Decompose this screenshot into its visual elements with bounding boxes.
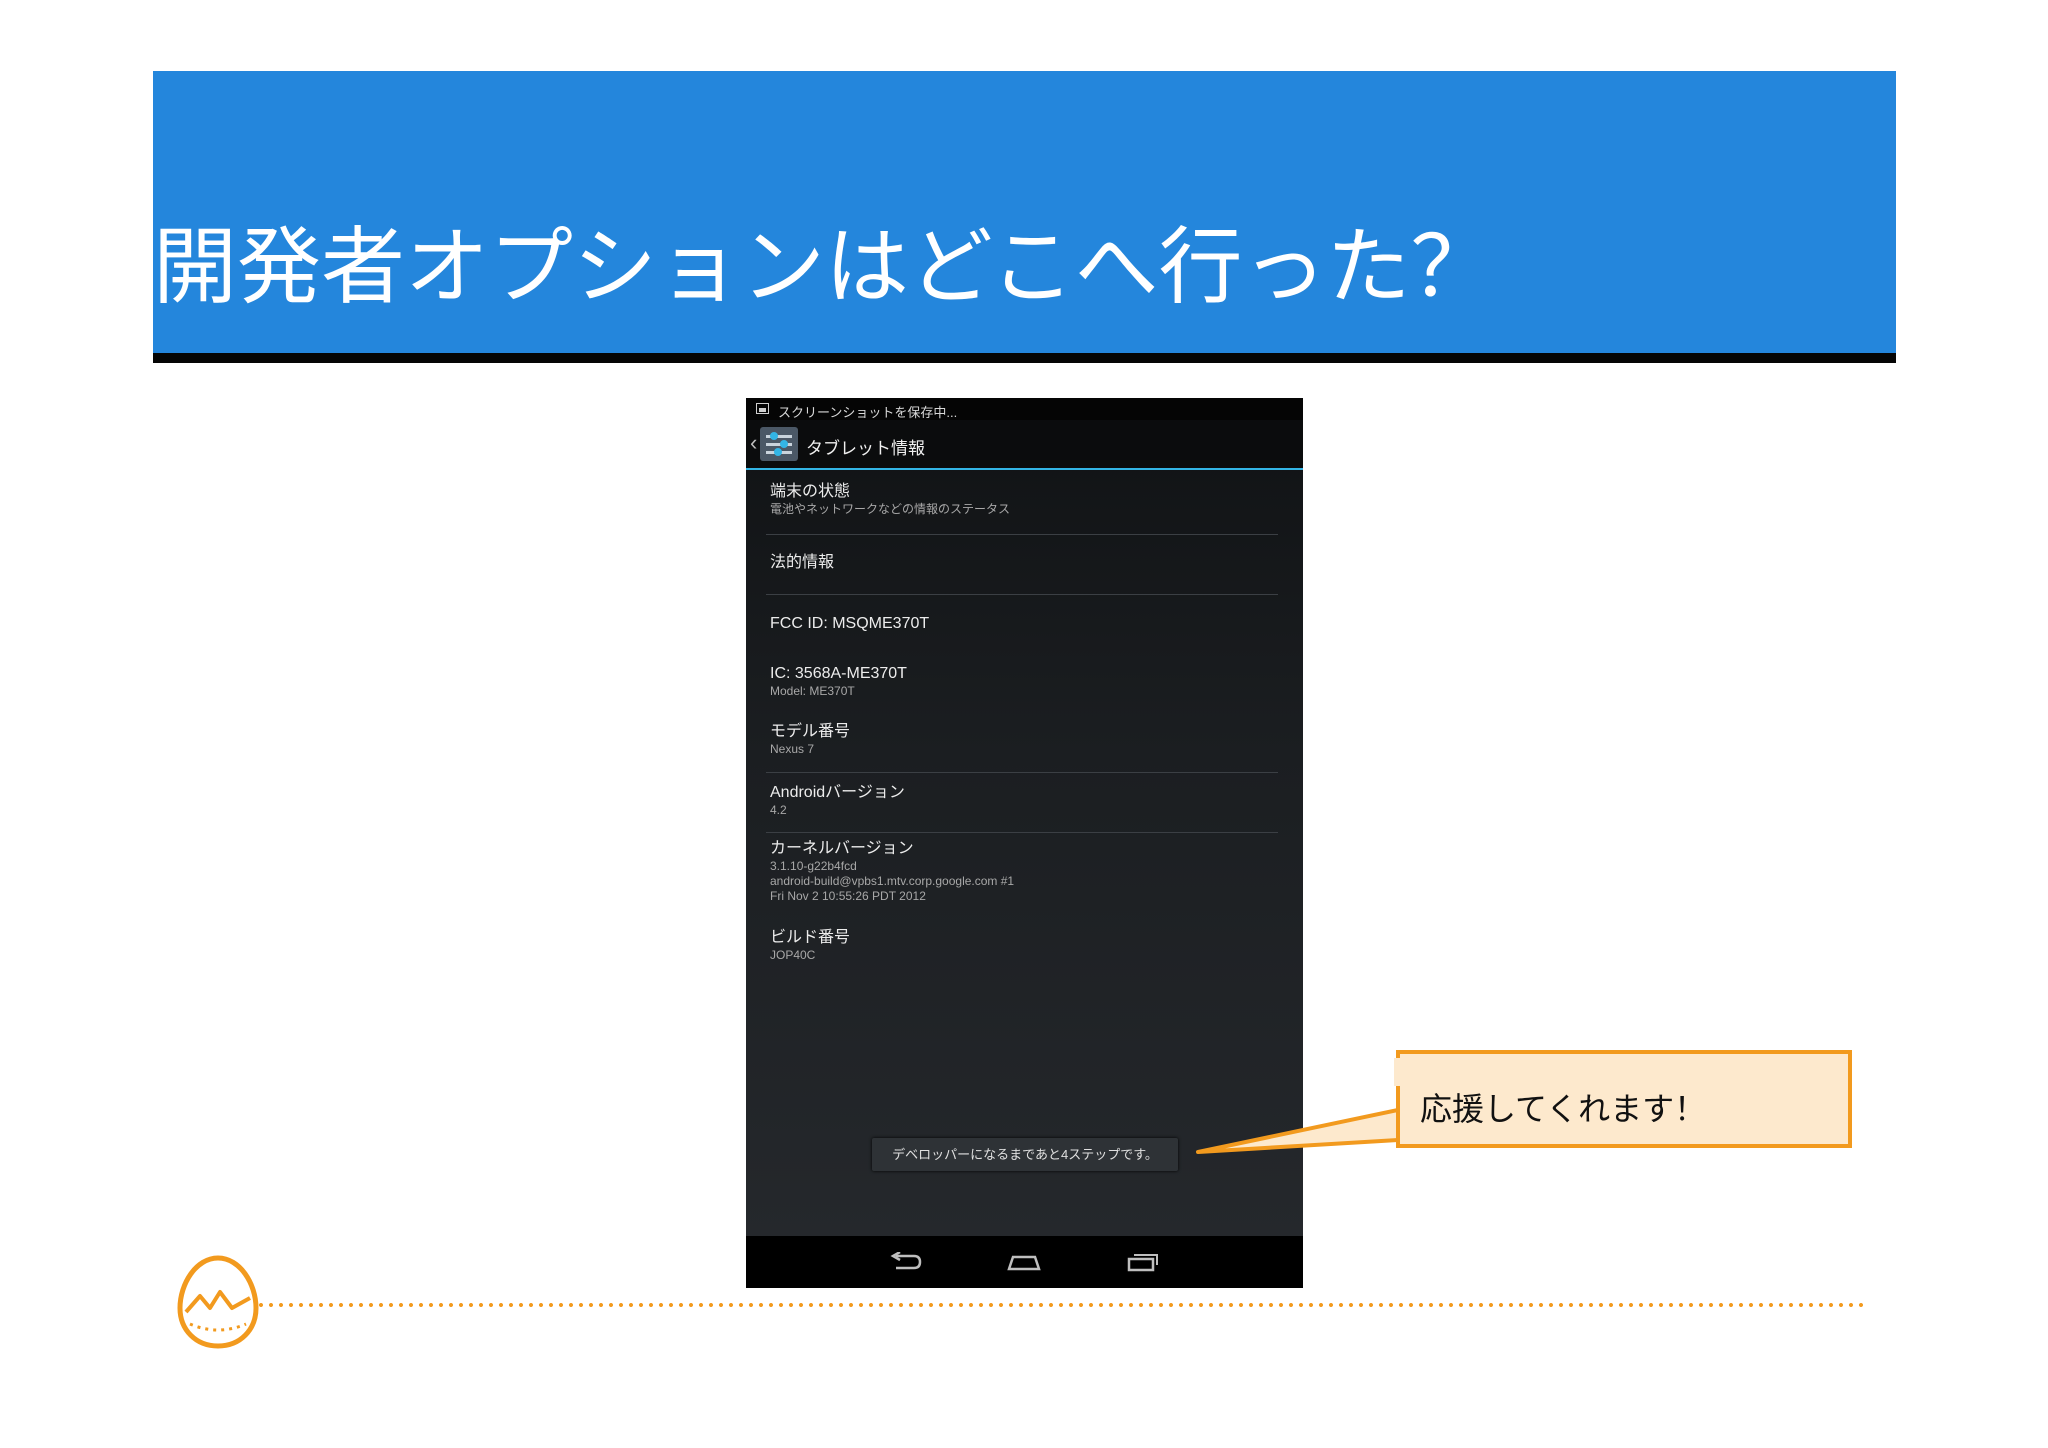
recent-apps-icon[interactable]: [1119, 1244, 1167, 1280]
status-text: スクリーンショットを保存中...: [778, 405, 958, 420]
list-item-ic: IC: 3568A-ME370T Model: ME370T: [770, 664, 1280, 699]
list-item-kernel-version: カーネルバージョン 3.1.10-g22b4fcd android-build@…: [770, 839, 1280, 904]
list-item-title: モデル番号: [770, 723, 851, 740]
title-banner: [153, 71, 1896, 363]
egg-logo-icon: [177, 1255, 259, 1349]
divider: [766, 534, 1278, 535]
list-item-subtitle: Fri Nov 2 10:55:26 PDT 2012: [770, 889, 926, 903]
list-item-build-number[interactable]: ビルド番号 JOP40C: [770, 928, 1280, 963]
slide-title: 開発者オプションはどこへ行った？: [153, 218, 1495, 316]
action-bar-title: タブレット情報: [806, 439, 925, 458]
list-item-fcc-id: FCC ID: MSQME370T: [770, 614, 1280, 634]
list-item-subtitle: 電池やネットワークなどの情報のステータス: [770, 502, 1011, 516]
divider: [766, 832, 1278, 833]
list-item-android-version[interactable]: Androidバージョン 4.2: [770, 783, 1280, 818]
list-item-title: IC: 3568A-ME370T: [770, 665, 907, 682]
list-item-device-status[interactable]: 端末の状態 電池やネットワークなどの情報のステータス: [770, 482, 1280, 517]
divider: [766, 594, 1278, 595]
settings-icon[interactable]: [760, 427, 798, 461]
action-bar: ‹ タブレット情報: [746, 420, 1303, 470]
screenshot-icon: [756, 403, 769, 414]
divider: [766, 772, 1278, 773]
list-item-model-number: モデル番号 Nexus 7: [770, 722, 1280, 757]
back-icon[interactable]: [882, 1244, 930, 1280]
list-item-subtitle: Nexus 7: [770, 742, 815, 756]
list-item-title: Androidバージョン: [770, 784, 905, 801]
callout-pointer: [1196, 1108, 1404, 1154]
list-item-title: FCC ID: MSQME370T: [770, 615, 930, 632]
list-item-title: 端末の状態: [770, 483, 851, 500]
list-item-title: カーネルバージョン: [770, 840, 914, 857]
list-item-subtitle: 4.2: [770, 803, 787, 817]
status-bar: スクリーンショットを保存中...: [746, 398, 1303, 420]
list-item-subtitle: Model: ME370T: [770, 684, 855, 698]
home-icon[interactable]: [1000, 1244, 1048, 1280]
list-item-legal-info[interactable]: 法的情報: [770, 553, 1280, 573]
list-item-subtitle: JOP40C: [770, 948, 816, 962]
callout-joint: [1394, 1058, 1402, 1086]
list-item-title: 法的情報: [770, 554, 835, 571]
callout-text: 応援してくれます！: [1420, 1090, 1707, 1128]
up-chevron-icon[interactable]: ‹: [750, 430, 757, 456]
toast-message: デベロッパーになるまであと4ステップです。: [872, 1138, 1178, 1171]
list-item-subtitle: 3.1.10-g22b4fcd: [770, 859, 857, 873]
list-item-title: ビルド番号: [770, 929, 851, 946]
navigation-bar: [746, 1236, 1303, 1288]
callout-box: 応援してくれます！: [1396, 1050, 1852, 1148]
list-item-subtitle: android-build@vpbs1.mtv.corp.google.com …: [770, 874, 1015, 888]
footer-dotted-line: [256, 1302, 1866, 1308]
